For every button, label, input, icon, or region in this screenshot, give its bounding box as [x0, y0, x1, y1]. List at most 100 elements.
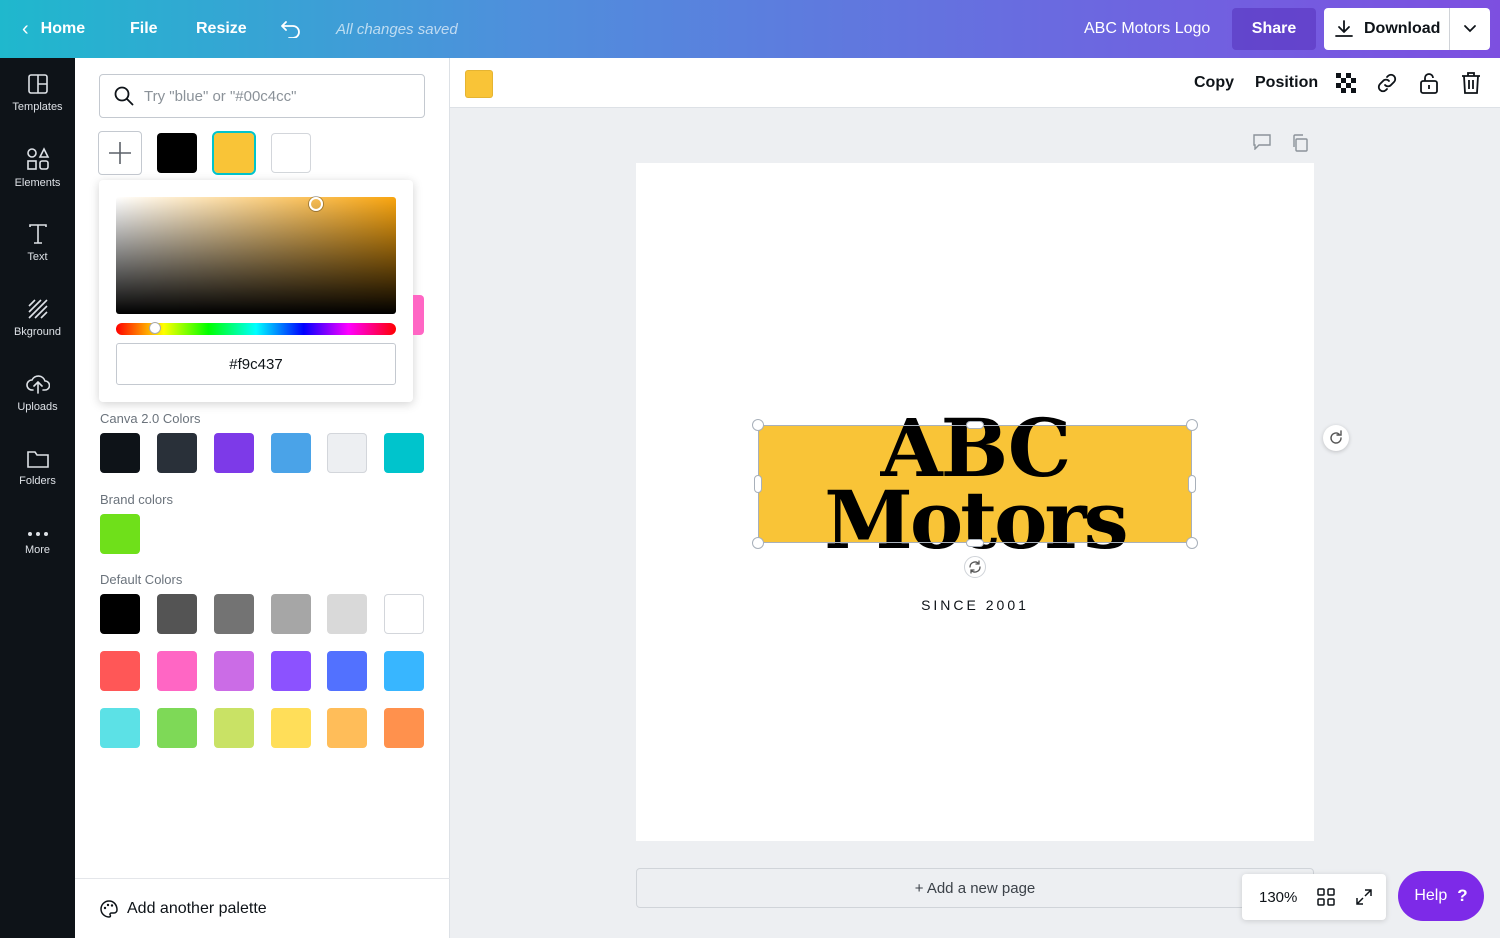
default-color-swatch[interactable] [327, 594, 367, 634]
rotate-icon [969, 560, 981, 574]
regenerate-button[interactable] [1323, 425, 1349, 451]
help-button[interactable]: Help ? [1398, 871, 1484, 921]
nav-elements[interactable]: Elements [0, 133, 75, 203]
lock-button[interactable] [1417, 71, 1441, 95]
file-menu[interactable]: File [130, 0, 158, 58]
nav-label: Text [27, 251, 48, 263]
default-colors-label: Default Colors [100, 572, 183, 587]
resize-handle-bottom-left[interactable] [752, 537, 764, 549]
default-color-swatch[interactable] [384, 594, 424, 634]
download-options-button[interactable] [1450, 24, 1490, 34]
canva-color-swatch[interactable] [157, 433, 197, 473]
nav-templates[interactable]: Templates [0, 58, 75, 128]
share-button[interactable]: Share [1232, 8, 1316, 50]
hex-input[interactable]: #f9c437 [116, 343, 396, 385]
element-color-button[interactable] [465, 70, 493, 98]
resize-handle-right[interactable] [1188, 475, 1196, 493]
fullscreen-button[interactable] [1355, 888, 1373, 906]
resize-handle-top[interactable] [966, 421, 984, 429]
brand-colors-label: Brand colors [100, 492, 173, 507]
default-color-swatch[interactable] [327, 708, 367, 748]
resize-handle-bottom-right[interactable] [1186, 537, 1198, 549]
brand-color-swatch[interactable] [100, 514, 140, 554]
expand-icon [1356, 889, 1373, 905]
saturation-value-knob[interactable] [309, 197, 323, 211]
nav-label: Templates [12, 101, 63, 113]
default-color-swatch[interactable] [214, 594, 254, 634]
canva-color-swatch[interactable] [271, 433, 311, 473]
position-button[interactable]: Position [1255, 58, 1318, 108]
canva-color-swatch[interactable] [384, 433, 424, 473]
nav-uploads[interactable]: Uploads [0, 358, 75, 428]
document-color-swatch[interactable] [271, 133, 311, 173]
page-notes-button[interactable] [1253, 134, 1273, 154]
rotate-handle[interactable] [964, 556, 986, 578]
uploads-icon [25, 375, 50, 394]
background-icon [27, 299, 48, 319]
text-icon [28, 224, 47, 244]
resize-button[interactable]: Resize [196, 0, 247, 58]
resize-handle-left[interactable] [754, 475, 762, 493]
undo-icon [281, 21, 300, 38]
default-color-swatch[interactable] [157, 594, 197, 634]
color-search[interactable] [99, 74, 425, 118]
saturation-value-area[interactable] [116, 197, 396, 314]
more-icon [27, 532, 48, 536]
canva-color-swatch[interactable] [214, 433, 254, 473]
canva-color-swatch[interactable] [100, 433, 140, 473]
color-search-input[interactable] [144, 87, 404, 105]
add-palette-button[interactable]: Add another palette [75, 878, 450, 938]
home-button[interactable]: ‹ Home [22, 0, 85, 58]
download-button[interactable]: Download [1324, 8, 1450, 50]
top-bar: ‹ Home File Resize All changes saved ABC… [0, 0, 1500, 58]
trash-icon [1462, 72, 1480, 94]
plus-icon [109, 142, 131, 164]
delete-button[interactable] [1459, 71, 1483, 95]
nav-text[interactable]: Text [0, 208, 75, 278]
default-color-swatch[interactable] [157, 708, 197, 748]
elements-icon [26, 147, 49, 170]
link-button[interactable] [1375, 71, 1399, 95]
hue-slider[interactable] [116, 322, 396, 335]
add-page-button[interactable]: + Add a new page [636, 868, 1314, 908]
add-palette-label: Add another palette [127, 899, 267, 917]
default-color-swatch[interactable] [157, 651, 197, 691]
copy-button[interactable]: Copy [1194, 58, 1234, 108]
chevron-down-icon [1464, 25, 1476, 33]
default-color-swatch[interactable] [214, 708, 254, 748]
duplicate-page-button[interactable] [1291, 134, 1311, 154]
hue-slider-knob[interactable] [149, 322, 161, 334]
download-label: Download [1364, 20, 1441, 37]
undo-button[interactable] [280, 0, 302, 58]
nav-label: Uploads [17, 401, 58, 413]
resize-handle-top-right[interactable] [1186, 419, 1198, 431]
zoom-level[interactable]: 130% [1259, 889, 1297, 906]
default-color-swatch[interactable] [271, 651, 311, 691]
nav-background[interactable]: Bkground [0, 283, 75, 353]
canva-color-swatch[interactable] [327, 433, 367, 473]
grid-view-button[interactable] [1317, 888, 1336, 906]
document-color-swatch[interactable] [157, 133, 197, 173]
default-color-swatch[interactable] [384, 708, 424, 748]
default-color-swatch[interactable] [100, 651, 140, 691]
default-color-swatch[interactable] [327, 651, 367, 691]
default-color-swatch[interactable] [271, 594, 311, 634]
nav-folders[interactable]: Folders [0, 433, 75, 503]
default-color-swatch[interactable] [271, 708, 311, 748]
palette-icon [100, 899, 118, 918]
nav-more[interactable]: More [0, 508, 75, 578]
left-nav: Templates Elements Text Bkground Uploads… [0, 58, 75, 938]
transparency-button[interactable] [1334, 71, 1358, 95]
nav-label: Folders [19, 475, 56, 487]
add-color-button[interactable] [98, 131, 142, 175]
resize-handle-top-left[interactable] [752, 419, 764, 431]
default-color-swatch[interactable] [214, 651, 254, 691]
nav-label: Bkground [13, 326, 62, 338]
since-text[interactable]: SINCE 2001 [636, 597, 1314, 613]
default-color-swatch[interactable] [100, 708, 140, 748]
default-color-swatch[interactable] [384, 651, 424, 691]
resize-handle-bottom[interactable] [966, 539, 984, 547]
download-button-group: Download [1324, 8, 1490, 50]
default-color-swatch[interactable] [100, 594, 140, 634]
design-title[interactable]: ABC Motors Logo [1084, 0, 1210, 58]
